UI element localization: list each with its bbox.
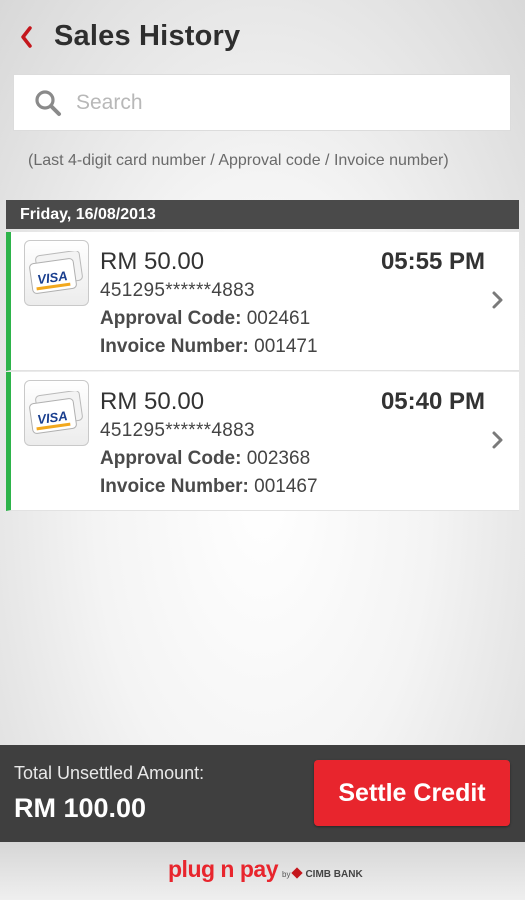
- invoice-number-value: 001471: [254, 336, 318, 357]
- date-group-header: Friday, 16/08/2013: [6, 200, 519, 229]
- invoice-number-line: Invoice Number: 001471: [100, 336, 318, 358]
- search-box[interactable]: [13, 74, 511, 131]
- approval-code-value: 002368: [246, 448, 311, 469]
- back-button[interactable]: [12, 20, 40, 54]
- approval-code-line: Approval Code: 002461: [100, 308, 310, 330]
- search-icon: [35, 90, 61, 116]
- total-unsettled-label: Total Unsettled Amount:: [14, 763, 205, 783]
- approval-code-label: Approval Code:: [100, 448, 242, 469]
- masked-card-number: 451295******4883: [100, 280, 255, 301]
- total-unsettled-amount: RM 100.00: [14, 793, 147, 823]
- branding-footer: plug n pay by CIMB BANK: [0, 842, 525, 900]
- approval-code-line: Approval Code: 002368: [100, 448, 310, 470]
- invoice-number-label: Invoice Number:: [100, 476, 249, 497]
- settle-credit-button[interactable]: Settle Credit: [314, 760, 510, 826]
- masked-card-number: 451295******4883: [100, 420, 255, 441]
- brand-by: by: [282, 870, 291, 879]
- page-title: Sales History: [54, 20, 241, 52]
- invoice-number-label: Invoice Number:: [100, 336, 249, 357]
- transaction-amount: RM 50.00: [100, 388, 205, 415]
- header: Sales History: [0, 0, 525, 74]
- plug-n-pay-logo: plug n pay by CIMB BANK: [168, 856, 363, 883]
- transaction-time: 05:55 PM: [380, 248, 485, 275]
- visa-card-icon: VISA: [24, 240, 89, 306]
- approval-code-value: 002461: [246, 308, 311, 329]
- chevron-right-icon: [492, 291, 503, 309]
- invoice-number-line: Invoice Number: 001467: [100, 476, 318, 498]
- chevron-left-icon: [21, 26, 32, 48]
- bank-name: CIMB BANK: [305, 869, 363, 880]
- cimb-logo-icon: [291, 867, 304, 879]
- transaction-amount: RM 50.00: [100, 248, 205, 275]
- search-hint: (Last 4-digit card number / Approval cod…: [28, 152, 449, 169]
- chevron-right-icon: [492, 431, 503, 449]
- approval-code-label: Approval Code:: [100, 308, 242, 329]
- invoice-number-value: 001467: [254, 476, 318, 497]
- search-input[interactable]: [76, 83, 496, 123]
- transaction-row[interactable]: VISA RM 50.00 05:40 PM 451295******4883 …: [6, 372, 519, 511]
- sales-history-screen: Sales History (Last 4-digit card number …: [0, 0, 525, 900]
- transaction-row[interactable]: VISA RM 50.00 05:55 PM 451295******4883 …: [6, 232, 519, 371]
- transaction-time: 05:40 PM: [380, 388, 485, 415]
- settlement-bar: Total Unsettled Amount: RM 100.00 Settle…: [0, 745, 525, 842]
- visa-card-icon: VISA: [24, 380, 89, 446]
- brand-name: plug n pay: [168, 856, 279, 882]
